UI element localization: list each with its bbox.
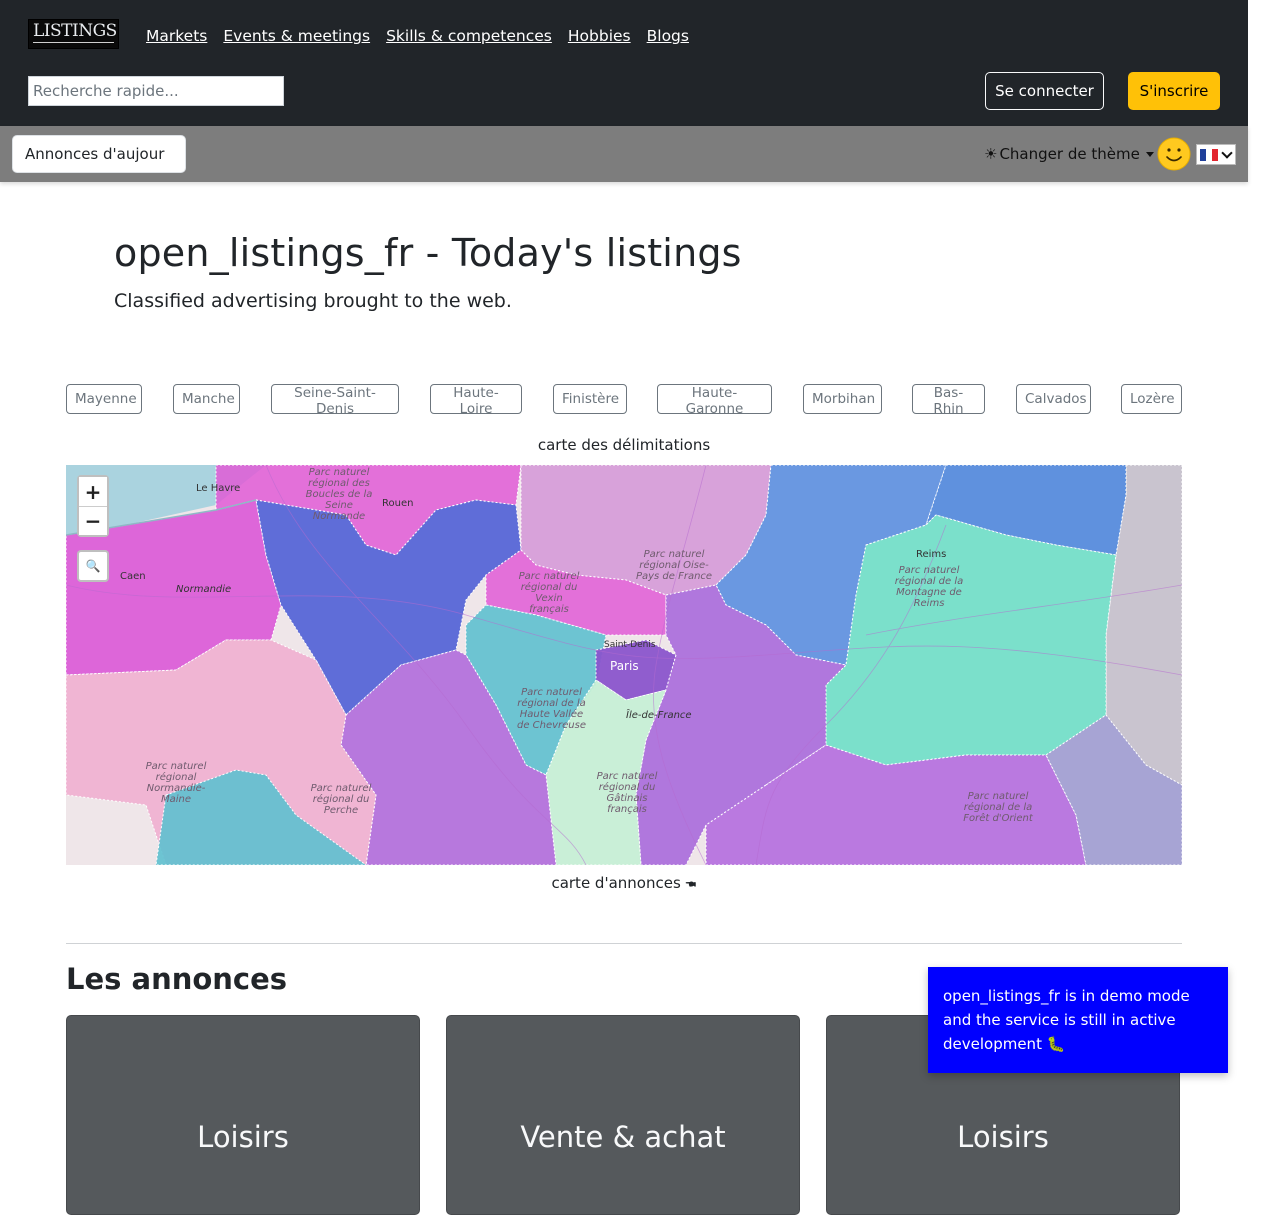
theme-dropdown[interactable]: ☀ Changer de thème [984, 144, 1154, 164]
map-caption-boundaries: carte des délimitations [537, 436, 711, 454]
nav-link-hobbies[interactable]: Hobbies [568, 26, 631, 46]
nav-link-markets[interactable]: Markets [146, 26, 207, 46]
boundaries-map[interactable]: Le Havre Rouen Caen Normandie Reims Pari… [66, 465, 1182, 865]
map-park-label: Parc naturel régional Oise-Pays de Franc… [635, 549, 713, 582]
section-divider [66, 943, 1182, 944]
signup-button[interactable]: S'inscrire [1128, 72, 1220, 110]
map-label-reims: Reims [916, 549, 947, 560]
map-park-label: Parc naturel régional des Boucles de la … [305, 467, 373, 522]
region-chip-mayenne[interactable]: Mayenne [66, 384, 142, 414]
listing-card-title: Loisirs [957, 1120, 1049, 1154]
nav-link-skills[interactable]: Skills & competences [386, 26, 552, 46]
logo-text: LISTINGS [33, 21, 117, 41]
smiley-icon[interactable] [1157, 137, 1191, 171]
today-listings-button[interactable]: Annonces d'aujour [12, 135, 186, 173]
map-search-button[interactable]: 🔍 [77, 550, 109, 582]
region-chip-calvados[interactable]: Calvados [1016, 384, 1091, 414]
region-chip-bas-rhin[interactable]: Bas-Rhin [912, 384, 985, 417]
map-zoom-control: + − [77, 475, 109, 537]
region-chip-lozere[interactable]: Lozère [1121, 384, 1182, 414]
page-title: open_listings_fr - Today's listings [114, 231, 742, 275]
site-logo[interactable]: LISTINGS [28, 19, 119, 49]
language-select[interactable] [1196, 144, 1236, 165]
sun-icon: ☀ [984, 145, 998, 163]
map-label-saint-denis: Saint-Denis [604, 640, 656, 650]
logo-underline [33, 42, 114, 43]
caret-down-icon [1145, 151, 1154, 157]
page-subtitle: Classified advertising brought to the we… [114, 290, 512, 312]
top-navbar: LISTINGS Markets Events & meetings Skill… [0, 0, 1248, 126]
chevron-down-icon [1221, 146, 1233, 159]
nav-link-events[interactable]: Events & meetings [223, 26, 370, 46]
demo-mode-toast[interactable]: open_listings_fr is in demo mode and the… [928, 967, 1228, 1073]
quick-search-input[interactable] [28, 76, 284, 106]
login-button[interactable]: Se connecter [985, 72, 1104, 110]
map-park-label: Parc naturel régional de la Haute Vallée… [516, 687, 587, 731]
region-chip-finistere[interactable]: Finistère [553, 384, 627, 414]
listing-card-title: Loisirs [197, 1120, 289, 1154]
map-park-label: Parc naturel régional du Vexin français [518, 571, 580, 615]
map-label-rouen: Rouen [382, 498, 414, 509]
region-chip-manche[interactable]: Manche [173, 384, 240, 414]
nav-link-blogs[interactable]: Blogs [647, 26, 689, 46]
map-label-ile-de-france: Île-de-France [626, 710, 692, 721]
region-chip-haute-garonne[interactable]: Haute-Garonne [657, 384, 772, 417]
zoom-out-button[interactable]: − [79, 506, 107, 535]
secondary-navbar: Annonces d'aujour ☀ Changer de thème [0, 126, 1248, 182]
zoom-in-button[interactable]: + [79, 477, 107, 506]
map-label-paris: Paris [610, 659, 639, 673]
listings-section-title: Les annonces [66, 962, 288, 996]
map-label-caen: Caen [120, 571, 146, 582]
map-park-label: Parc naturel régional du Perche [310, 783, 372, 816]
search-icon: 🔍 [85, 559, 101, 573]
map-park-label: Parc naturel régional de la Montagne de … [894, 565, 964, 609]
map-park-label: Parc naturel régional de la Forêt d'Orie… [963, 791, 1033, 824]
map-label-le-havre: Le Havre [196, 483, 241, 494]
map-park-label: Parc naturel régional du Gâtinais frança… [596, 771, 658, 815]
listing-card[interactable]: Loisirs [66, 1015, 420, 1215]
french-flag-icon [1200, 148, 1218, 161]
map-label-normandie: Normandie [176, 584, 232, 595]
listing-card[interactable]: Vente & achat [446, 1015, 800, 1215]
theme-label: Changer de thème [999, 145, 1140, 163]
map-park-label: Parc naturel régional Normandie-Maine [145, 761, 207, 805]
region-chip-seine-saint-denis[interactable]: Seine-Saint-Denis [271, 384, 399, 417]
map-caption-listings[interactable]: carte d'annonces 🖜 [66, 874, 1182, 892]
region-chip-morbihan[interactable]: Morbihan [803, 384, 882, 414]
listing-card-title: Vente & achat [520, 1120, 726, 1154]
main-nav: Markets Events & meetings Skills & compe… [146, 26, 689, 46]
region-chip-haute-loire[interactable]: Haute-Loire [430, 384, 522, 417]
